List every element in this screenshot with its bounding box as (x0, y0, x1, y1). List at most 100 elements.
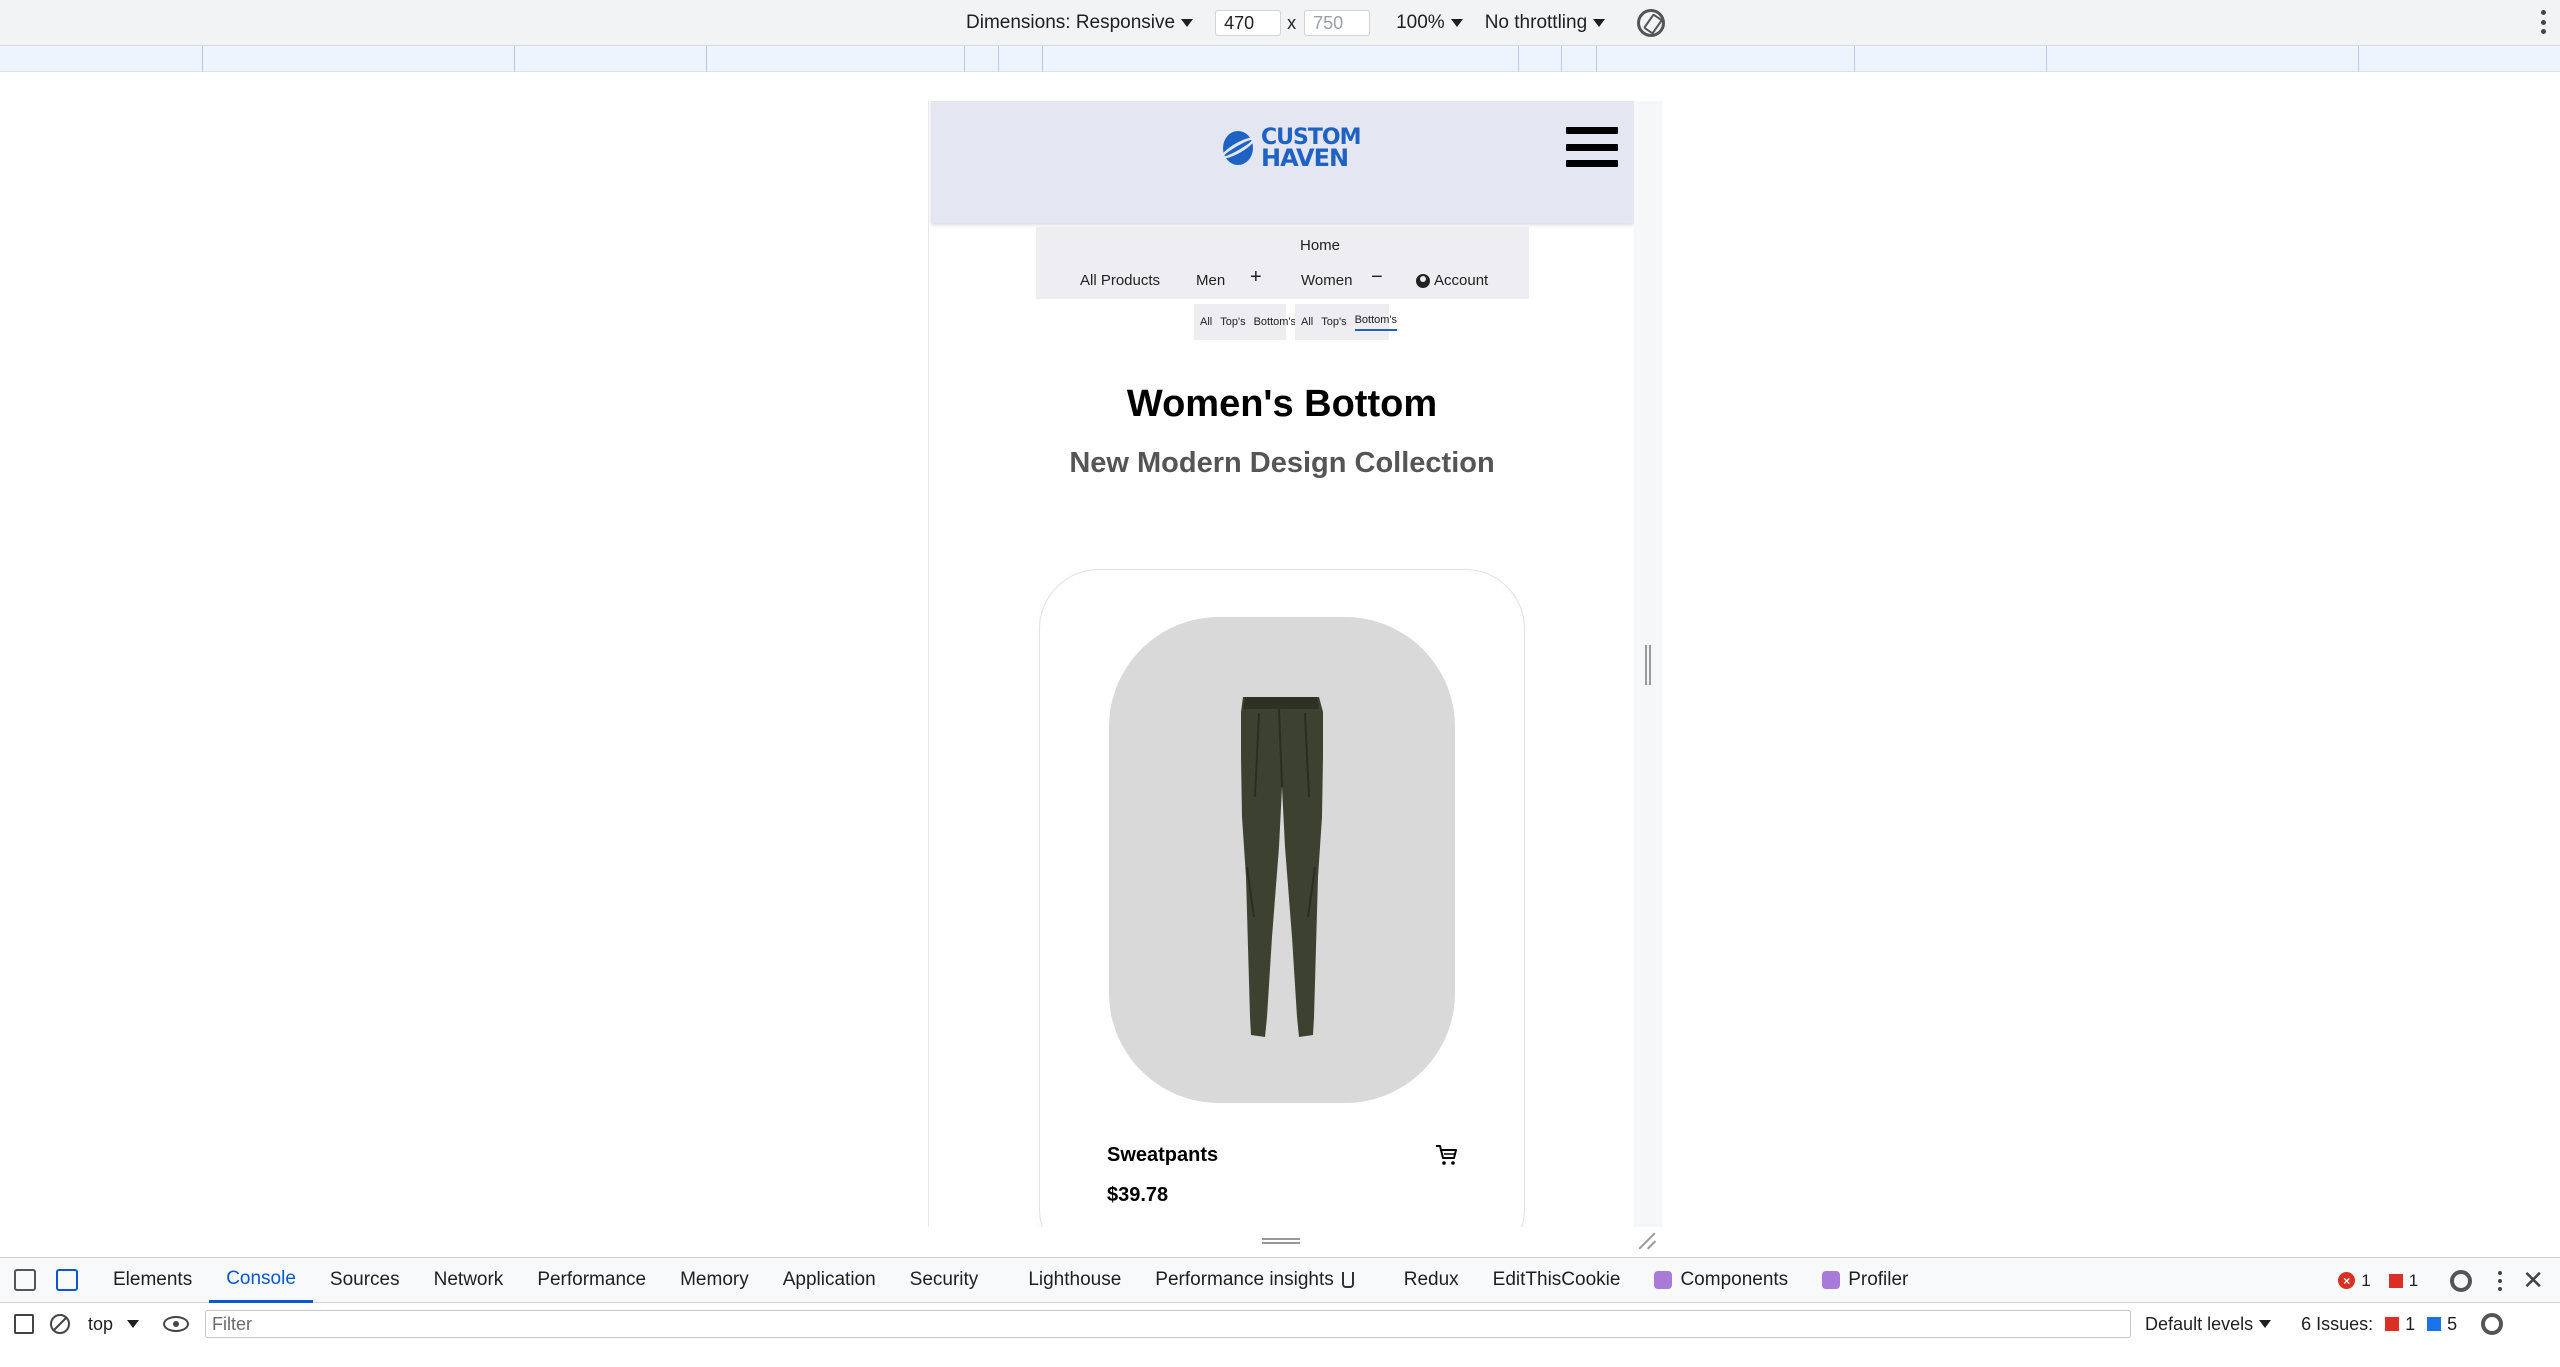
caret-down-icon (1450, 19, 1463, 27)
log-levels-dropdown[interactable]: Default levels (2145, 1313, 2272, 1335)
tab-memory[interactable]: Memory (663, 1258, 766, 1303)
logo[interactable]: CUSTOM HAVEN (1219, 127, 1361, 171)
media-query-tick (706, 46, 707, 72)
sweatpants-image (1241, 697, 1323, 1037)
men-sub-all[interactable]: All (1200, 316, 1212, 328)
women-sub-bottoms[interactable]: Bottom's (1354, 314, 1398, 331)
page-title: Women's Bottom (1126, 383, 1438, 425)
tab-performance-insights[interactable]: Performance insights (1138, 1258, 1370, 1303)
tab-console[interactable]: Console (209, 1258, 313, 1303)
nav-women-link[interactable]: Women (1301, 272, 1352, 289)
device-toolbar: Dimensions: Responsive 470 x 750 100% No… (0, 0, 2560, 46)
media-query-tick (1518, 46, 1519, 72)
issues-label: 6 Issues: (2301, 1313, 2374, 1334)
live-expression-eye-icon[interactable] (163, 1316, 190, 1332)
women-sub-tops[interactable]: Top's (1321, 316, 1346, 328)
react-profiler-icon (1822, 1271, 1841, 1289)
men-expand-button[interactable]: + (1250, 267, 1262, 287)
nav-home-link[interactable]: Home (1036, 237, 1529, 254)
men-sub-bottoms[interactable]: Bottom's (1254, 316, 1296, 328)
dimensions-label: Dimensions: Responsive (966, 12, 1176, 33)
men-submenu: All Top's Bottom's (1194, 304, 1296, 340)
media-query-tick (2358, 46, 2359, 72)
console-settings-gear-icon[interactable] (2481, 1313, 2504, 1335)
women-collapse-button[interactable]: − (1371, 266, 1383, 288)
log-levels-label: Default levels (2145, 1313, 2254, 1334)
resize-handle-right[interactable] (1645, 645, 1651, 685)
info-message-icon (2427, 1317, 2442, 1331)
settings-gear-icon[interactable] (2450, 1269, 2473, 1292)
tab-elements[interactable]: Elements (96, 1258, 209, 1303)
more-options-icon[interactable] (2540, 10, 2546, 34)
logo-text: CUSTOM HAVEN (1261, 127, 1361, 171)
media-query-tick (1854, 46, 1855, 72)
media-query-tick (964, 46, 965, 72)
nav-women-label: Women (1301, 272, 1353, 289)
hamburger-menu-icon[interactable] (1566, 127, 1618, 167)
caret-down-icon (1593, 19, 1606, 27)
tab-components[interactable]: Components (1637, 1258, 1805, 1303)
men-sub-tops[interactable]: Top's (1220, 316, 1245, 328)
zoom-label: 100% (1396, 12, 1445, 33)
media-query-tick (1042, 46, 1043, 72)
tab-security[interactable]: Security (893, 1258, 996, 1303)
product-price: $39.78 (1107, 1184, 1169, 1206)
context-label: top (88, 1313, 114, 1334)
media-query-tick (1596, 46, 1597, 72)
zoom-dropdown[interactable]: 100% (1396, 12, 1463, 34)
caret-down-icon (1181, 19, 1194, 27)
rotate-icon[interactable] (1637, 9, 1666, 37)
inspect-element-icon[interactable] (14, 1269, 36, 1291)
nav-men-link[interactable]: Men (1196, 272, 1225, 289)
clear-console-icon[interactable] (50, 1314, 70, 1334)
minus-icon: − (1371, 266, 1383, 288)
product-image[interactable] (1109, 617, 1455, 1103)
tab-redux[interactable]: Redux (1387, 1258, 1476, 1303)
error-icon: × (2338, 1272, 2356, 1289)
tab-editthiscookie[interactable]: EditThisCookie (1476, 1258, 1638, 1303)
warning-count-badge[interactable]: 1 (2388, 1270, 2419, 1291)
media-query-tick (2046, 46, 2047, 72)
devtools-menu-icon[interactable] (2498, 1270, 2503, 1291)
tab-application[interactable]: Application (766, 1258, 893, 1303)
error-count-badge[interactable]: × 1 (2338, 1271, 2371, 1291)
resize-corner-icon[interactable] (1638, 1232, 1656, 1250)
caret-down-icon (127, 1320, 140, 1328)
tab-network[interactable]: Network (417, 1258, 521, 1303)
media-query-tick (202, 46, 203, 72)
resize-handle-bottom[interactable] (1262, 1238, 1300, 1244)
media-query-tick (1561, 46, 1562, 72)
nav-account-link[interactable]: Account (1416, 272, 1488, 289)
device-controls: Dimensions: Responsive 470 x 750 100% No… (966, 9, 1666, 37)
nav-men-label: Men (1196, 272, 1226, 289)
context-selector[interactable]: top (88, 1313, 140, 1335)
nav-all-products-link[interactable]: All Products (1080, 272, 1160, 289)
console-toolbar: top Filter Default levels 6 Issues: 1 5 (0, 1304, 2560, 1344)
devtools-tab-bar: Elements Console Sources Network Perform… (0, 1258, 2560, 1303)
tab-performance[interactable]: Performance (520, 1258, 663, 1303)
tab-profiler[interactable]: Profiler (1805, 1258, 1925, 1303)
media-query-bar[interactable] (0, 46, 2560, 72)
product-name[interactable]: Sweatpants (1107, 1144, 1218, 1167)
height-input[interactable]: 750 (1304, 10, 1371, 36)
issues-counter[interactable]: 6 Issues: 1 5 (2301, 1314, 2457, 1335)
show-sidebar-icon[interactable] (14, 1314, 34, 1334)
dimensions-dropdown[interactable]: Dimensions: Responsive (966, 12, 1194, 34)
nav-all-products-label: All Products (1080, 272, 1161, 289)
issues-red-count: 1 (2405, 1313, 2416, 1334)
cart-icon[interactable] (1435, 1143, 1459, 1167)
warning-count: 1 (2408, 1270, 2419, 1290)
women-sub-all[interactable]: All (1301, 316, 1313, 328)
media-query-tick (998, 46, 999, 72)
devtools-panel: Elements Console Sources Network Perform… (0, 1257, 2560, 1367)
throttling-dropdown[interactable]: No throttling (1484, 12, 1606, 34)
close-devtools-icon[interactable]: ✕ (2522, 1265, 2544, 1296)
device-toggle-icon[interactable] (56, 1269, 78, 1291)
tab-lighthouse[interactable]: Lighthouse (1011, 1258, 1138, 1303)
product-card[interactable]: Sweatpants $39.78 (1039, 569, 1525, 1227)
console-filter-input[interactable]: Filter (205, 1310, 2132, 1338)
width-input[interactable]: 470 (1215, 10, 1282, 36)
tab-sources[interactable]: Sources (313, 1258, 417, 1303)
tab-profiler-label: Profiler (1848, 1269, 1909, 1290)
throttling-label: No throttling (1484, 12, 1588, 33)
